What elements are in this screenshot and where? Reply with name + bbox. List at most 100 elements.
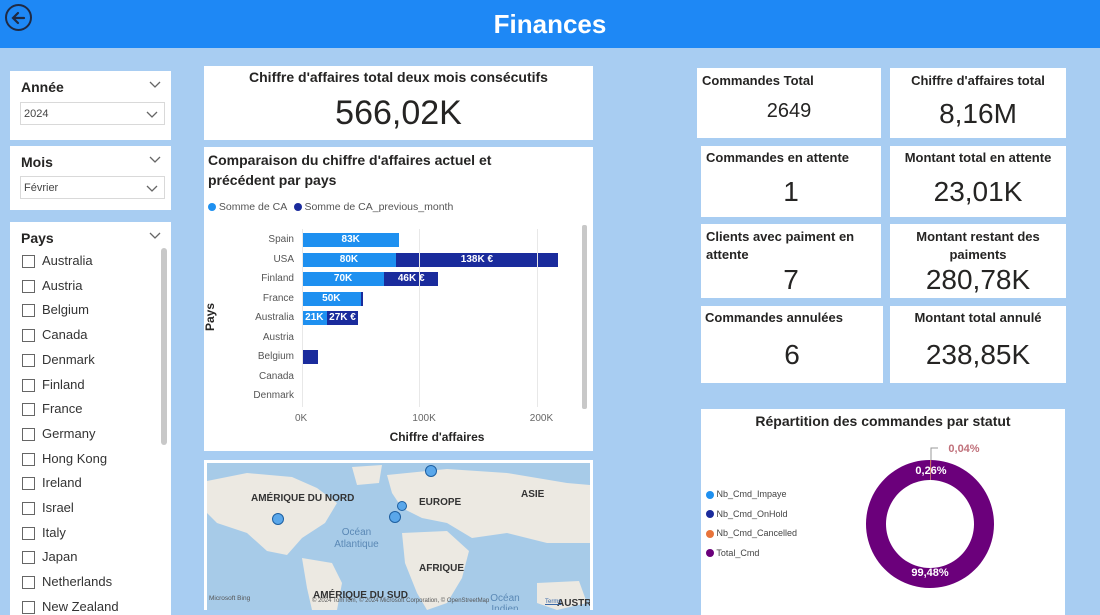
- bar-category-label: Spain: [268, 234, 294, 245]
- checkbox[interactable]: [22, 526, 35, 540]
- bar-data-label: 46K €: [397, 273, 425, 284]
- x-axis-title: Chiffre d'affaires: [389, 430, 485, 444]
- kpi-value: 6: [784, 339, 800, 370]
- country-label: Ireland: [42, 475, 82, 491]
- checkbox[interactable]: [22, 452, 35, 466]
- month-slicer: Mois Février: [10, 146, 171, 210]
- country-label: Finland: [42, 376, 85, 392]
- kpi-label: Montant restant des paiments: [916, 229, 1040, 262]
- grid-line: [302, 229, 303, 407]
- bar-segment[interactable]: 80K: [302, 252, 396, 267]
- kpi-label: Commandes Total: [702, 73, 814, 88]
- checkbox[interactable]: [22, 378, 35, 392]
- grid-line: [419, 229, 421, 407]
- country-slicer: Pays Australia Austria Belgium Canada Denmar…: [10, 222, 171, 615]
- checkbox[interactable]: [22, 255, 35, 268]
- country-label: Israel: [42, 500, 74, 515]
- kpi-label: Commandes annulées: [705, 310, 843, 325]
- kpi-value: 238,85K: [925, 339, 1031, 370]
- country-label: Austria: [42, 277, 83, 293]
- country-label: Australia: [42, 253, 93, 268]
- map-terms-link[interactable]: Terms: [545, 599, 561, 605]
- map-provider-logo: Microsoft Bing: [209, 595, 251, 602]
- country-label: France: [42, 401, 83, 417]
- x-tick-label: 0K: [295, 413, 308, 424]
- kpi-two-month-card: Chiffre d'affaires total deux mois consé…: [204, 66, 593, 140]
- bar-category-label: Austria: [262, 331, 294, 343]
- map-point[interactable]: [397, 501, 407, 511]
- kpi-two-month-value: 566,02K: [335, 94, 462, 132]
- bar-segment[interactable]: 46K €: [384, 272, 439, 286]
- grid-line: [536, 229, 538, 407]
- bar-segment[interactable]: [302, 350, 319, 364]
- checkbox[interactable]: [22, 353, 35, 367]
- chevron-down-icon[interactable]: [149, 230, 161, 240]
- bar-category-label: France: [262, 292, 294, 304]
- scrollbar[interactable]: [161, 248, 167, 445]
- scrollbar[interactable]: [582, 225, 587, 409]
- checkbox[interactable]: [22, 304, 35, 318]
- bar-data-label: 21K: [305, 312, 324, 323]
- bar-category-label: Canada: [258, 370, 294, 382]
- checkbox[interactable]: [22, 329, 35, 343]
- chevron-down-icon[interactable]: [149, 154, 161, 164]
- x-tick-label: 100K: [412, 413, 436, 424]
- kpi-revenue-total-card: Chiffre d'affaires total 8,16M: [890, 68, 1066, 138]
- checkbox[interactable]: [22, 403, 35, 417]
- country-label: Hong Kong: [42, 450, 108, 466]
- bar-segment[interactable]: 27K €: [326, 311, 359, 325]
- checkbox[interactable]: [22, 279, 35, 293]
- checkbox[interactable]: [22, 551, 35, 565]
- map-view[interactable]: AMÉRIQUE DU NORD EUROPE ASIE AFRIQUE AMÉ…: [207, 463, 590, 610]
- bar-segment[interactable]: 50K: [302, 291, 361, 306]
- donut-data-label: 0,04%: [948, 443, 979, 455]
- checkbox[interactable]: [22, 600, 35, 614]
- kpi-label: Montant total annulé: [914, 310, 1042, 325]
- map-point[interactable]: [389, 511, 401, 523]
- year-slicer: Année 2024: [10, 71, 171, 140]
- map-label: AFRIQUE: [419, 563, 464, 574]
- kpi-orders-cancelled-card: Commandes annulées 6: [701, 306, 883, 383]
- month-dropdown[interactable]: Février: [20, 176, 165, 199]
- kpi-value: 8,16M: [939, 98, 1017, 129]
- checkbox[interactable]: [22, 427, 35, 441]
- bar-category-label: Finland: [261, 273, 294, 284]
- kpi-amount-cancelled-card: Montant total annulé 238,85K: [890, 306, 1066, 383]
- checkbox[interactable]: [22, 576, 35, 590]
- country-label: Germany: [42, 425, 96, 441]
- bar-category-label: Belgium: [257, 351, 294, 362]
- kpi-label: Montant total en attente: [904, 150, 1052, 165]
- bar-segment[interactable]: [360, 291, 364, 306]
- chevron-down-icon[interactable]: [149, 79, 161, 89]
- bar-segment[interactable]: 83K: [302, 233, 400, 247]
- bar-data-label: 27K €: [329, 312, 356, 323]
- donut-data-label: 99,48%: [911, 567, 949, 579]
- bar-segment[interactable]: 70K: [302, 272, 385, 286]
- page-title: Finances: [493, 9, 607, 39]
- country-label: Belgium: [42, 302, 89, 318]
- checkbox[interactable]: [22, 477, 35, 491]
- bar-chart-card: Comparaison du chiffre d'affaires actuel…: [203, 147, 593, 451]
- checkbox[interactable]: [22, 502, 35, 515]
- map-label: ASIE: [521, 489, 545, 500]
- bar-segment[interactable]: 21K: [302, 311, 327, 325]
- map-point[interactable]: [425, 465, 437, 477]
- kpi-value: 280,78K: [925, 264, 1031, 295]
- kpi-value: 7: [783, 264, 799, 295]
- kpi-two-month-label: Chiffre d'affaires total deux mois consé…: [249, 69, 548, 85]
- month-value: Février: [24, 182, 59, 194]
- page-header: Finances: [0, 0, 1100, 48]
- map-label: AUSTR: [557, 598, 590, 609]
- country-label: Japan: [42, 549, 78, 565]
- bar-category-label: Australia: [255, 312, 294, 323]
- kpi-value: 1: [783, 176, 799, 207]
- map-sea-label: Océan Atlantique: [334, 527, 379, 550]
- chevron-down-icon: [146, 111, 158, 118]
- map-attribution: © 2024 TomTom, © 2024 Microsoft Corporat…: [312, 598, 490, 604]
- country-label: Denmark: [42, 351, 95, 367]
- donut-chart-card: Répartition des commandes par statut Nb_…: [701, 409, 1065, 615]
- map-card: AMÉRIQUE DU NORD EUROPE ASIE AFRIQUE AMÉ…: [204, 460, 593, 610]
- map-point[interactable]: [272, 513, 284, 525]
- year-dropdown[interactable]: 2024: [20, 102, 165, 125]
- bar-data-label: 80K: [339, 253, 359, 265]
